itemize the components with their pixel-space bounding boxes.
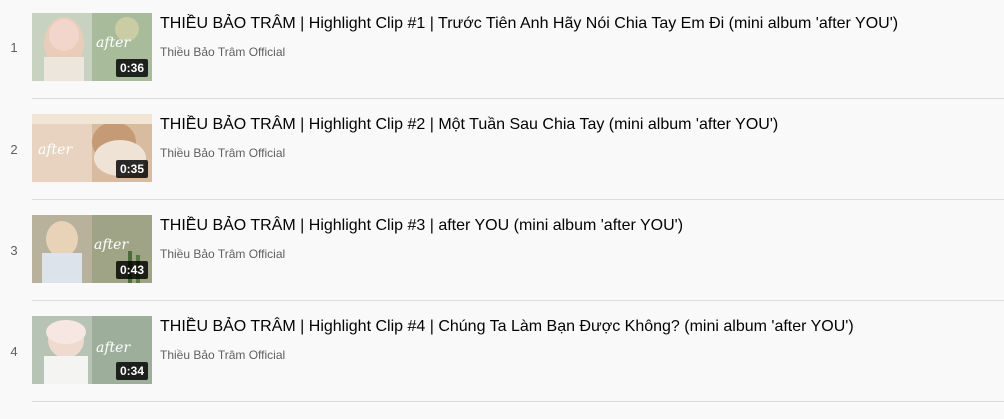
channel-name[interactable]: Thiều Bảo Trâm Official [160,145,285,161]
channel-name[interactable]: Thiều Bảo Trâm Official [160,246,285,262]
duration-badge: 0:34 [115,362,148,380]
row-divider [32,300,1004,301]
playlist-item[interactable]: 3 after 0:43 THIỀU BẢO TRÂM | Highlight … [0,202,1004,302]
row-divider [32,401,1004,402]
video-title[interactable]: THIỀU BẢO TRÂM | Highlight Clip #3 | aft… [160,216,683,236]
item-index: 1 [10,40,18,55]
row-divider [32,199,1004,200]
video-title[interactable]: THIỀU BẢO TRÂM | Highlight Clip #1 | Trư… [160,14,898,34]
thumbnail-logo-text: after [96,35,131,51]
thumbnail-logo-text: after [38,142,73,158]
item-index: 4 [10,344,18,359]
video-thumbnail[interactable]: after 0:34 [32,316,152,384]
item-index: 3 [10,243,18,258]
channel-name[interactable]: Thiều Bảo Trâm Official [160,44,285,60]
channel-name[interactable]: Thiều Bảo Trâm Official [160,347,285,363]
duration-badge: 0:43 [115,261,148,279]
item-index: 2 [10,142,18,157]
video-title[interactable]: THIỀU BẢO TRÂM | Highlight Clip #2 | Một… [160,115,778,135]
duration-badge: 0:36 [115,59,148,77]
playlist-item[interactable]: 4 after 0:34 THIỀU BẢO TRÂM | Highlight … [0,303,1004,403]
video-thumbnail[interactable]: after 0:35 [32,114,152,182]
video-thumbnail[interactable]: after 0:36 [32,13,152,81]
duration-badge: 0:35 [115,160,148,178]
video-title[interactable]: THIỀU BẢO TRÂM | Highlight Clip #4 | Chú… [160,317,854,337]
thumbnail-logo-text: after [94,237,129,253]
video-thumbnail[interactable]: after 0:43 [32,215,152,283]
playlist-item[interactable]: 1 after 0:36 THIỀU BẢO TRÂM | Highlight … [0,0,1004,100]
thumbnail-logo-text: after [96,340,131,356]
playlist-item[interactable]: 2 after 0:35 THIỀU BẢO TRÂM | Highlight … [0,101,1004,201]
row-divider [32,98,1004,99]
